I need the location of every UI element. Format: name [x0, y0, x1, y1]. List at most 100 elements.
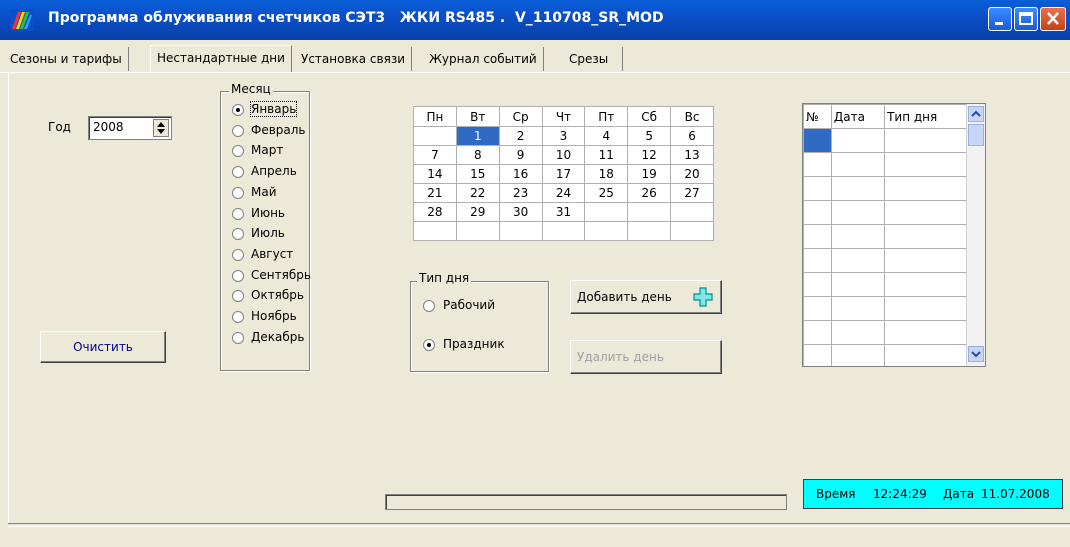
day-list-cell[interactable] — [884, 128, 967, 153]
day-list-cell[interactable] — [803, 152, 832, 177]
calendar-day-cell[interactable] — [541, 221, 586, 241]
calendar-day-cell[interactable] — [455, 221, 500, 241]
month-radio[interactable] — [232, 166, 244, 179]
calendar-day-cell[interactable] — [584, 202, 629, 222]
month-radio[interactable] — [232, 311, 244, 323]
day-list-cell[interactable] — [803, 272, 832, 297]
day-list-row[interactable] — [803, 296, 967, 321]
day-list-cell[interactable] — [830, 224, 886, 249]
calendar-day-cell[interactable] — [413, 126, 457, 146]
day-list-cell[interactable] — [830, 248, 886, 273]
calendar-day-cell[interactable]: 3 — [541, 126, 586, 146]
minimize-button[interactable] — [988, 7, 1012, 31]
month-radio[interactable] — [232, 269, 244, 282]
month-radio[interactable] — [232, 248, 244, 261]
day-list-cell[interactable] — [803, 248, 832, 273]
day-list-row[interactable] — [803, 224, 967, 249]
day-list-cell[interactable] — [884, 344, 967, 366]
calendar-day-cell[interactable] — [584, 221, 629, 241]
day-list-cell[interactable] — [803, 296, 832, 321]
calendar-day-cell[interactable]: 6 — [670, 126, 714, 146]
calendar-day-cell[interactable]: 13 — [670, 145, 714, 165]
day-list-row[interactable] — [803, 248, 967, 273]
radio-workday[interactable] — [423, 300, 435, 312]
month-radio[interactable] — [232, 207, 244, 220]
day-list-cell[interactable] — [884, 224, 967, 249]
day-list-cell[interactable] — [803, 344, 832, 366]
month-radio[interactable] — [232, 186, 244, 199]
maximize-button[interactable] — [1014, 7, 1038, 31]
day-list-cell[interactable] — [884, 248, 967, 273]
day-list-column-header[interactable]: Дата — [830, 104, 886, 129]
day-list-cell[interactable] — [803, 224, 832, 249]
day-list-row[interactable] — [803, 320, 967, 345]
calendar-day-cell[interactable]: 8 — [455, 145, 500, 165]
calendar-day-cell[interactable]: 4 — [584, 126, 629, 146]
day-list-scrollbar[interactable] — [966, 104, 985, 366]
calendar-day-cell[interactable] — [670, 202, 714, 222]
calendar-day-cell[interactable]: 15 — [455, 164, 500, 184]
day-list-cell[interactable] — [830, 176, 886, 201]
month-radio[interactable] — [232, 331, 244, 344]
year-spinbox[interactable]: 2008 — [88, 116, 172, 140]
day-list-cell[interactable] — [803, 200, 832, 225]
calendar-day-cell[interactable]: 21 — [413, 183, 457, 203]
calendar-day-cell[interactable]: 31 — [541, 202, 586, 222]
calendar-day-cell[interactable]: 29 — [455, 202, 500, 222]
calendar-day-cell[interactable]: 10 — [541, 145, 586, 165]
calendar-day-cell[interactable]: 5 — [627, 126, 672, 146]
day-list-row[interactable] — [803, 200, 967, 225]
tab-seasons-tariffs[interactable]: Сезоны и тарифы — [4, 47, 129, 71]
calendar-day-cell[interactable]: 20 — [670, 164, 714, 184]
day-list-row[interactable] — [803, 128, 967, 153]
calendar-day-cell[interactable]: 9 — [498, 145, 543, 165]
tab-event-log[interactable]: Журнал событий — [423, 47, 544, 71]
calendar-day-cell[interactable] — [627, 202, 672, 222]
day-list-column-header[interactable]: Тип дня — [884, 104, 967, 129]
day-list-row[interactable] — [803, 344, 967, 366]
calendar-day-cell[interactable]: 11 — [584, 145, 629, 165]
calendar-day-cell[interactable]: 28 — [413, 202, 457, 222]
calendar-day-cell[interactable]: 23 — [498, 183, 543, 203]
scroll-down-button[interactable] — [968, 346, 984, 362]
day-list-column-header[interactable]: № — [803, 104, 832, 129]
day-list-cell[interactable] — [884, 272, 967, 297]
day-list-cell[interactable] — [803, 176, 832, 201]
calendar-day-cell[interactable]: 30 — [498, 202, 543, 222]
calendar-day-cell[interactable] — [498, 221, 543, 241]
clear-button[interactable]: Очистить — [40, 331, 166, 363]
day-list-row[interactable] — [803, 176, 967, 201]
calendar-grid[interactable]: Пн Вт Ср Чт Пт Сб Вс 1 2 3 4 5 6 7 8 9 10 11 12 13 14 15 16 17… — [413, 106, 714, 241]
calendar-day-cell[interactable]: 1 — [455, 126, 500, 146]
day-list-row[interactable] — [803, 272, 967, 297]
calendar-day-cell[interactable]: 2 — [498, 126, 543, 146]
day-list-cell[interactable] — [830, 320, 886, 345]
calendar-day-cell[interactable]: 14 — [413, 164, 457, 184]
day-list-cell[interactable] — [884, 152, 967, 177]
calendar-day-cell[interactable]: 12 — [627, 145, 672, 165]
add-day-button[interactable]: Добавить день — [570, 280, 722, 314]
calendar-day-cell[interactable] — [413, 221, 457, 241]
close-button[interactable] — [1040, 7, 1066, 31]
calendar-day-cell[interactable]: 24 — [541, 183, 586, 203]
day-list-cell[interactable] — [803, 128, 832, 153]
day-list-cell[interactable] — [830, 344, 886, 366]
calendar-day-cell[interactable] — [670, 221, 714, 241]
month-radio[interactable] — [232, 124, 244, 137]
scroll-thumb[interactable] — [968, 124, 984, 146]
calendar-day-cell[interactable]: 27 — [670, 183, 714, 203]
calendar-day-cell[interactable]: 16 — [498, 164, 543, 184]
radio-holiday[interactable] — [423, 339, 435, 351]
day-list-cell[interactable] — [884, 320, 967, 345]
day-list-cell[interactable] — [830, 128, 886, 153]
calendar-day-cell[interactable]: 26 — [627, 183, 672, 203]
calendar-day-cell[interactable]: 18 — [584, 164, 629, 184]
day-list-table[interactable]: № Дата Тип дня — [803, 104, 967, 366]
day-list-row[interactable] — [803, 152, 967, 177]
day-list-cell[interactable] — [830, 272, 886, 297]
tab-connection-setup[interactable]: Установка связи — [295, 47, 412, 71]
calendar-day-cell[interactable]: 22 — [455, 183, 500, 203]
day-list-cell[interactable] — [830, 296, 886, 321]
tab-nonstandard-days[interactable]: Нестандартные дни — [150, 45, 292, 72]
day-list-cell[interactable] — [830, 200, 886, 225]
